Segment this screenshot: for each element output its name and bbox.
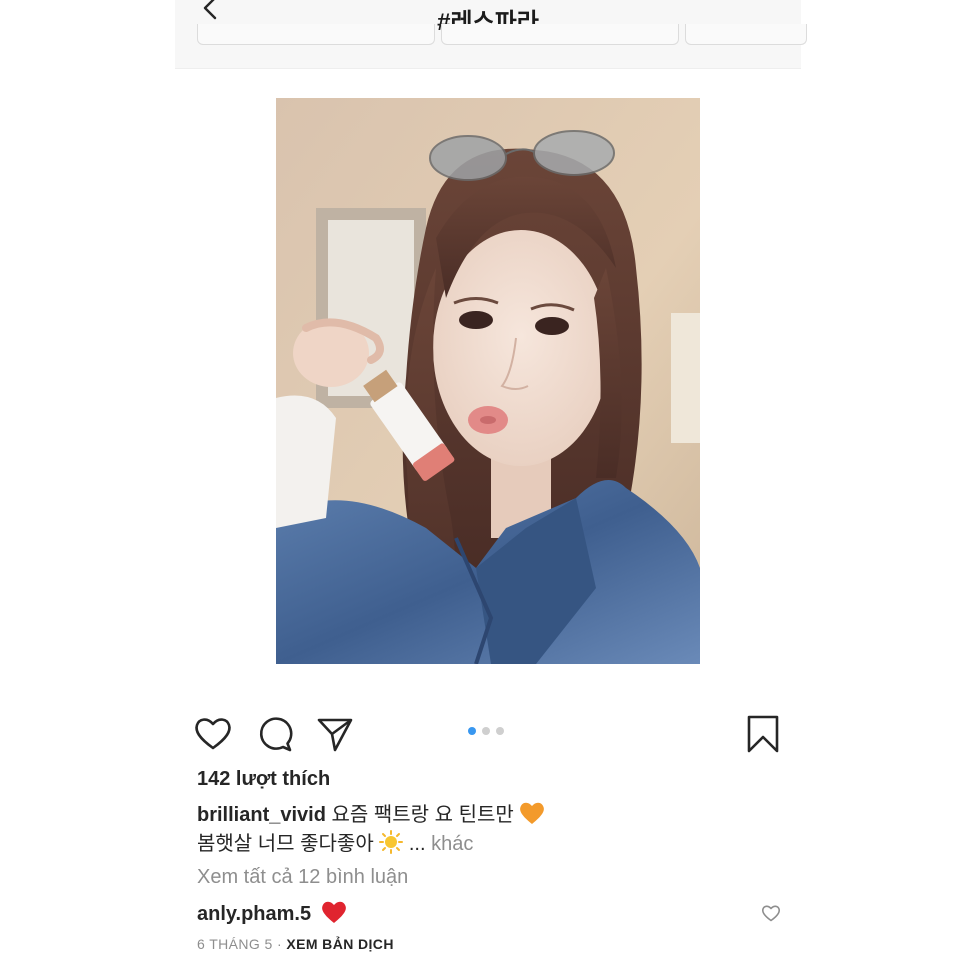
meta-separator: ·	[272, 936, 287, 952]
heart-icon	[195, 718, 231, 750]
comment-username[interactable]: anly.pham.5	[197, 903, 311, 925]
carousel-indicator	[468, 727, 504, 735]
bookmark-icon	[747, 715, 779, 753]
post-action-bar	[175, 706, 801, 760]
selfie-photo	[276, 98, 700, 664]
view-all-comments-link[interactable]: Xem tất cả 12 bình luận	[197, 866, 408, 889]
filter-chip[interactable]	[197, 24, 435, 45]
small-heart-icon	[761, 905, 781, 922]
caption-ellipsis: ...	[408, 833, 426, 855]
comment-button[interactable]	[255, 714, 295, 754]
instagram-post-screen: #레스파라 142 lượt thích brilliant_vivid 요즘 …	[175, 0, 807, 975]
caption-more-link[interactable]: khác	[431, 833, 473, 855]
see-translation-link[interactable]: XEM BẢN DỊCH	[286, 936, 393, 952]
carousel-dot	[496, 727, 504, 735]
caption-line2: 봄햇살 너므 좋다좋아	[197, 833, 374, 855]
carousel-dot	[468, 727, 476, 735]
caption-username[interactable]: brilliant_vivid	[197, 804, 326, 826]
likes-count[interactable]: 142 lượt thích	[197, 768, 330, 791]
comment-icon	[259, 717, 293, 752]
filter-chip[interactable]	[685, 24, 807, 45]
caption-line1: 요즘 팩트랑 요 틴트만	[331, 804, 514, 826]
post-date: 6 THÁNG 5	[197, 936, 273, 952]
red-heart-emoji	[321, 901, 346, 923]
post-meta: 6 THÁNG 5 · XEM BẢN DỊCH	[197, 936, 394, 952]
like-button[interactable]	[193, 714, 233, 754]
share-button[interactable]	[315, 714, 355, 754]
sun-emoji	[379, 830, 404, 854]
orange-heart-emoji	[520, 802, 545, 824]
post-caption: brilliant_vivid 요즘 팩트랑 요 틴트만 봄햇살 너므 좋다좋아…	[197, 801, 777, 859]
top-header: #레스파라	[175, 0, 807, 69]
filter-chip[interactable]	[441, 24, 679, 45]
carousel-dot	[482, 727, 490, 735]
share-icon	[317, 718, 353, 752]
save-button[interactable]	[743, 714, 783, 754]
comment-like-button[interactable]	[761, 904, 781, 922]
post-photo[interactable]	[276, 98, 700, 664]
comment-row: anly.pham.5	[197, 900, 347, 926]
